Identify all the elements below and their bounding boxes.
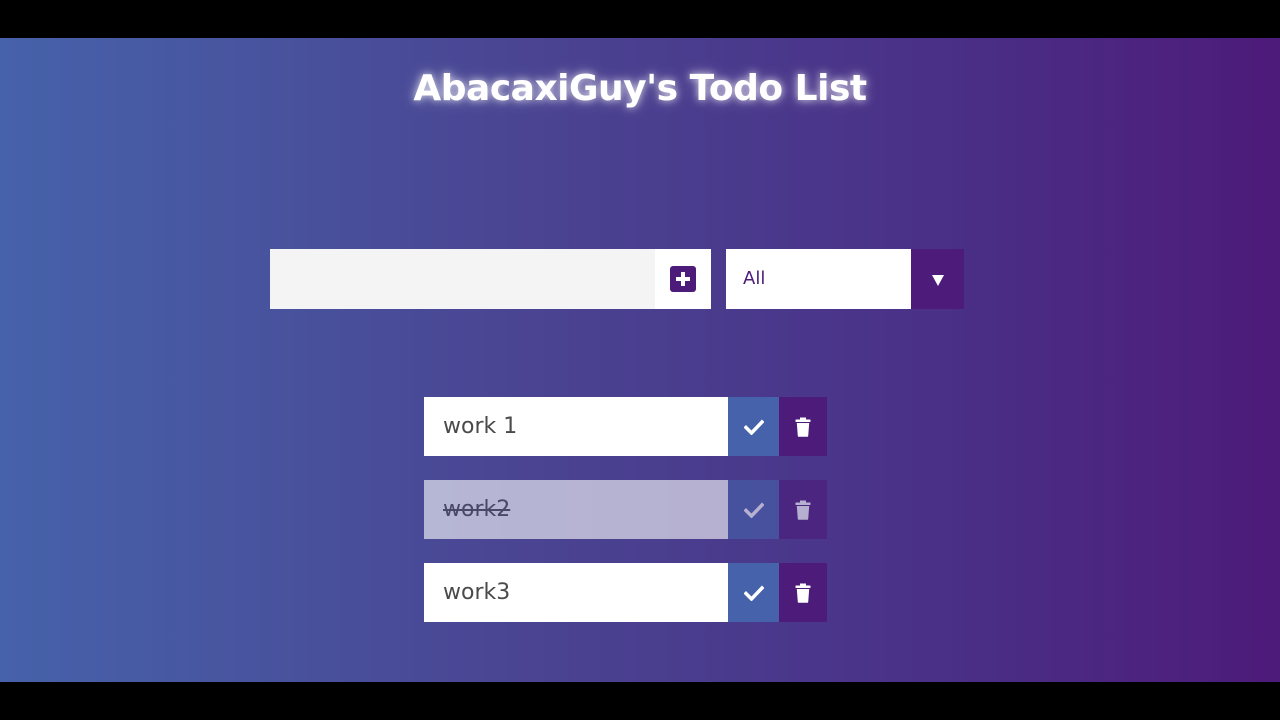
check-icon	[743, 419, 764, 435]
todo-item-text: work2	[424, 480, 728, 539]
letterbox-bottom	[0, 682, 1280, 720]
todo-app: AbacaxiGuy's Todo List All work 1 work2 …	[0, 38, 1280, 682]
filter-selected-value: All	[743, 268, 766, 289]
todo-item-text: work 1	[424, 397, 728, 456]
todo-item: work3	[424, 563, 827, 622]
todo-item-text: work3	[424, 563, 728, 622]
todo-input[interactable]	[270, 249, 654, 309]
delete-button[interactable]	[779, 480, 827, 539]
plus-square-icon	[670, 266, 696, 292]
todo-input-wrapper	[270, 249, 711, 309]
delete-button[interactable]	[779, 563, 827, 622]
page-title: AbacaxiGuy's Todo List	[413, 68, 867, 109]
complete-button[interactable]	[728, 480, 779, 539]
todo-item: work2	[424, 480, 827, 539]
todo-item: work 1	[424, 397, 827, 456]
letterbox-top	[0, 0, 1280, 38]
trash-icon	[795, 417, 811, 437]
trash-icon	[795, 500, 811, 520]
check-icon	[743, 585, 764, 601]
check-icon	[743, 502, 764, 518]
caret-down-icon	[931, 274, 944, 286]
trash-icon	[795, 583, 811, 603]
add-todo-button[interactable]	[655, 249, 711, 309]
complete-button[interactable]	[728, 397, 779, 456]
delete-button[interactable]	[779, 397, 827, 456]
filter-select[interactable]: All	[726, 249, 964, 309]
filter-dropdown-toggle[interactable]	[911, 249, 964, 309]
todo-list: work 1 work2 work3	[424, 397, 827, 646]
complete-button[interactable]	[728, 563, 779, 622]
